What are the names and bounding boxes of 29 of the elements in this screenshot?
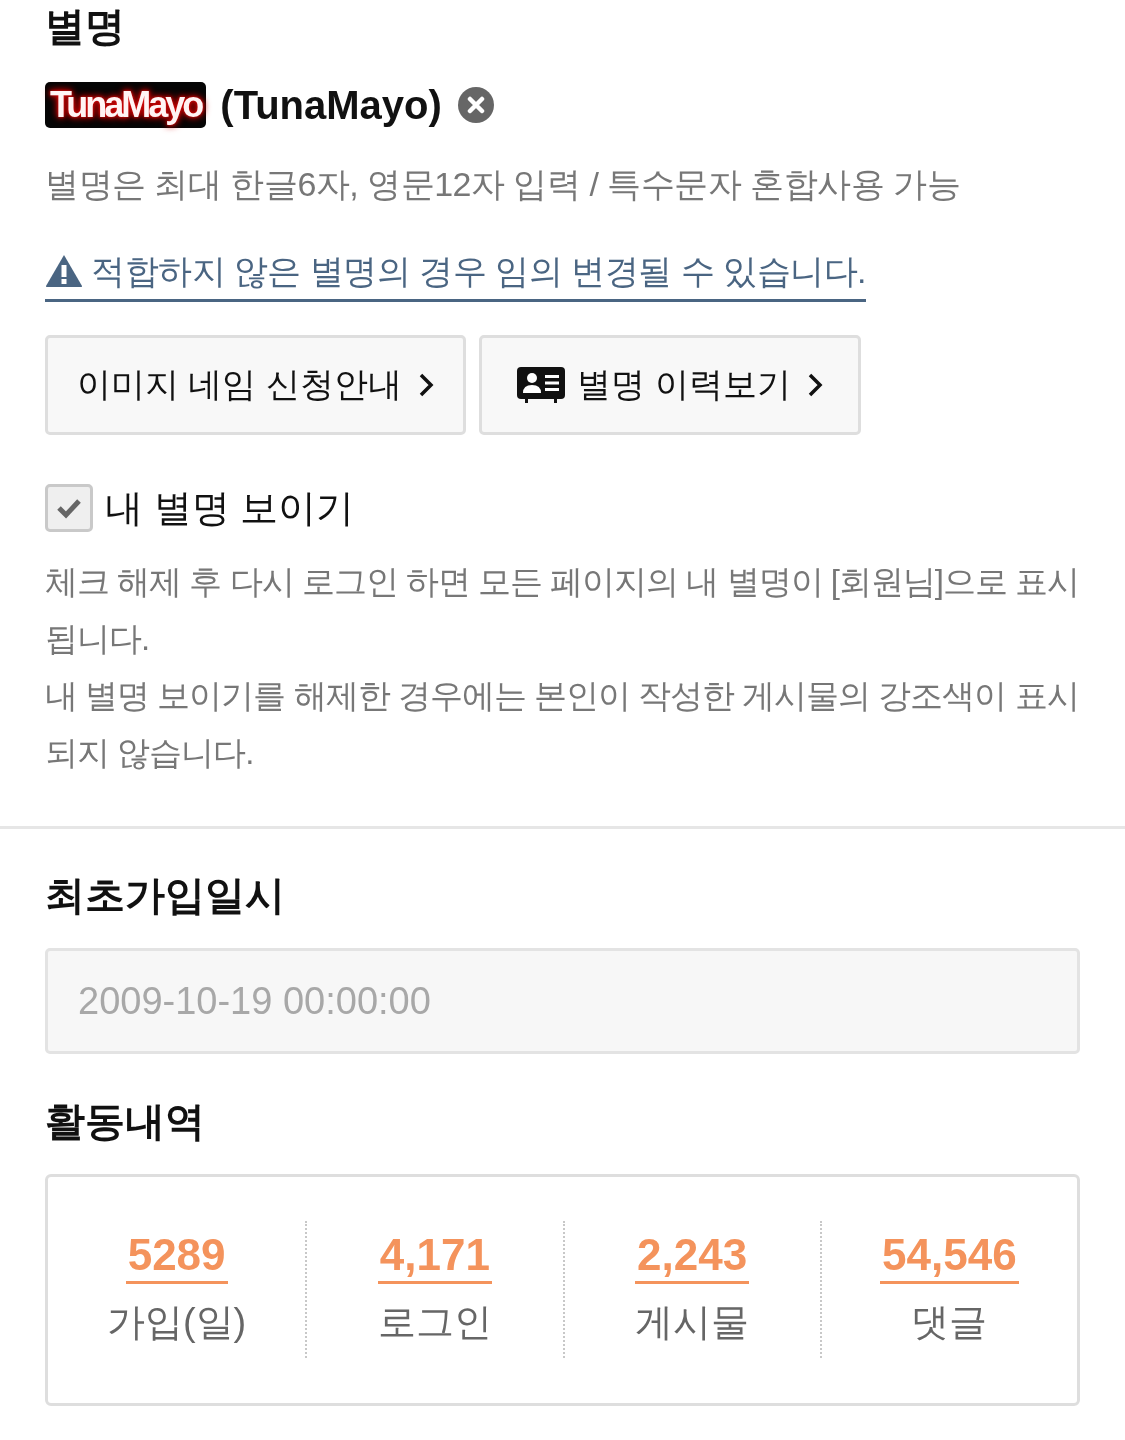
id-card-icon bbox=[517, 367, 566, 403]
stat-value-link[interactable]: 4,171 bbox=[377, 1231, 492, 1284]
note-text: 체크 해제 후 다시 로그인 하면 모든 페이지의 내 별명이 [회원님]으로 표시됩니다. bbox=[45, 562, 1081, 659]
stat-label: 게시물 bbox=[635, 1300, 750, 1345]
section-title: 활동내역 bbox=[45, 1098, 205, 1145]
checkbox[interactable] bbox=[45, 484, 93, 532]
clear-button[interactable] bbox=[457, 87, 494, 123]
section-title: 최초가입일시 bbox=[45, 872, 285, 919]
join-date-field[interactable]: 2009-10-19 00:00:00 bbox=[45, 948, 1080, 1054]
stat-label: 로그인 bbox=[377, 1300, 492, 1345]
chevron-right-icon bbox=[417, 372, 434, 398]
note-text: 내 별명 보이기를 해제한 경우에는 본인이 작성한 게시물의 강조색이 표시되지 않습니다. bbox=[45, 676, 1080, 773]
stat-value-link[interactable]: 54,546 bbox=[880, 1231, 1019, 1284]
guide-button[interactable]: 이미지 네임 신청안내 bbox=[45, 335, 466, 435]
close-icon bbox=[466, 96, 485, 114]
section-title: 별명 bbox=[45, 3, 125, 50]
image-name-badge: TunaMayo bbox=[45, 82, 207, 128]
warning-link[interactable]: 적합하지 않은 별명의 경우 임의 변경될 수 있습니다. bbox=[45, 249, 867, 302]
stat-value-link[interactable]: 5289 bbox=[125, 1231, 228, 1284]
stat-label: 댓글 bbox=[911, 1300, 988, 1345]
check-icon bbox=[56, 497, 82, 519]
warning-icon bbox=[45, 254, 83, 288]
chevron-right-icon bbox=[806, 372, 823, 398]
stat-label: 가입(일) bbox=[106, 1300, 247, 1345]
checkbox-label[interactable]: 내 별명 보이기 bbox=[105, 484, 355, 532]
nickname-hint: 별명은 최대 한글6자, 영문12자 입력 / 특수문자 혼합사용 가능 bbox=[45, 164, 961, 205]
nickname-text: (TunaMayo) bbox=[220, 82, 442, 128]
stat-value-link[interactable]: 2,243 bbox=[635, 1231, 750, 1284]
history-button[interactable]: 별명 이력보기 bbox=[479, 335, 861, 435]
